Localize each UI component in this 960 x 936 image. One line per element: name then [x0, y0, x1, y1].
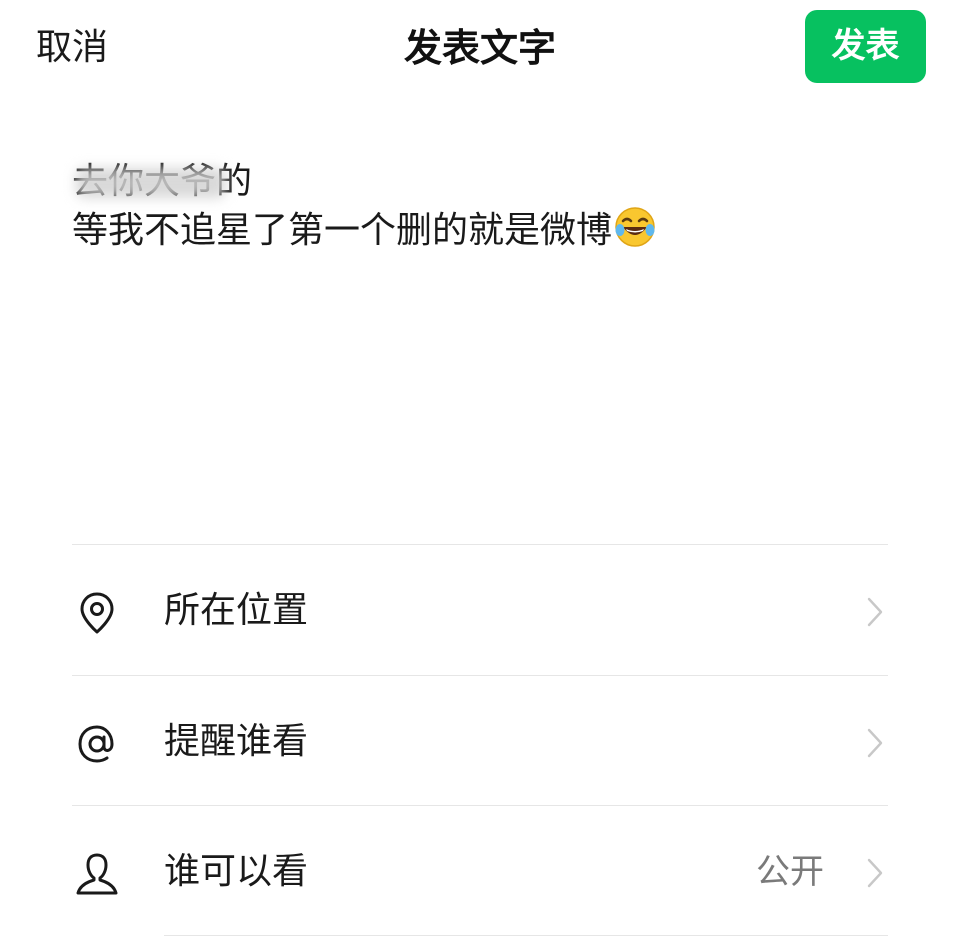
post-text-line-2-text: 等我不追星了第一个删的就是微博 [72, 210, 613, 251]
visibility-option-value: 公开 [756, 852, 824, 892]
chevron-right-icon [862, 856, 888, 890]
redaction-blur [76, 168, 226, 198]
publish-button[interactable]: 发表 [805, 10, 926, 83]
chevron-right-icon [862, 726, 888, 760]
top-bar: 取消 发表文字 发表 [0, 0, 960, 96]
post-text-area[interactable]: 去你大爷的 等我不追星了第一个删的就是微博 [72, 158, 892, 261]
at-sign-icon [72, 719, 122, 769]
location-pin-icon [72, 588, 122, 638]
mention-option[interactable]: 提醒谁看 [72, 676, 888, 806]
visibility-option-label: 谁可以看 [164, 851, 309, 892]
visibility-option[interactable]: 谁可以看 公开 [72, 806, 888, 936]
post-text-line-1: 去你大爷的 [72, 158, 252, 206]
location-option[interactable]: 所在位置 [72, 545, 888, 675]
chevron-right-icon [862, 595, 888, 629]
mention-option-label: 提醒谁看 [164, 721, 309, 762]
location-option-label: 所在位置 [164, 590, 309, 631]
post-text-line-2: 等我不追星了第一个删的就是微博 [72, 206, 892, 261]
person-icon [72, 849, 122, 899]
laughing-tears-emoji-icon [614, 206, 656, 261]
